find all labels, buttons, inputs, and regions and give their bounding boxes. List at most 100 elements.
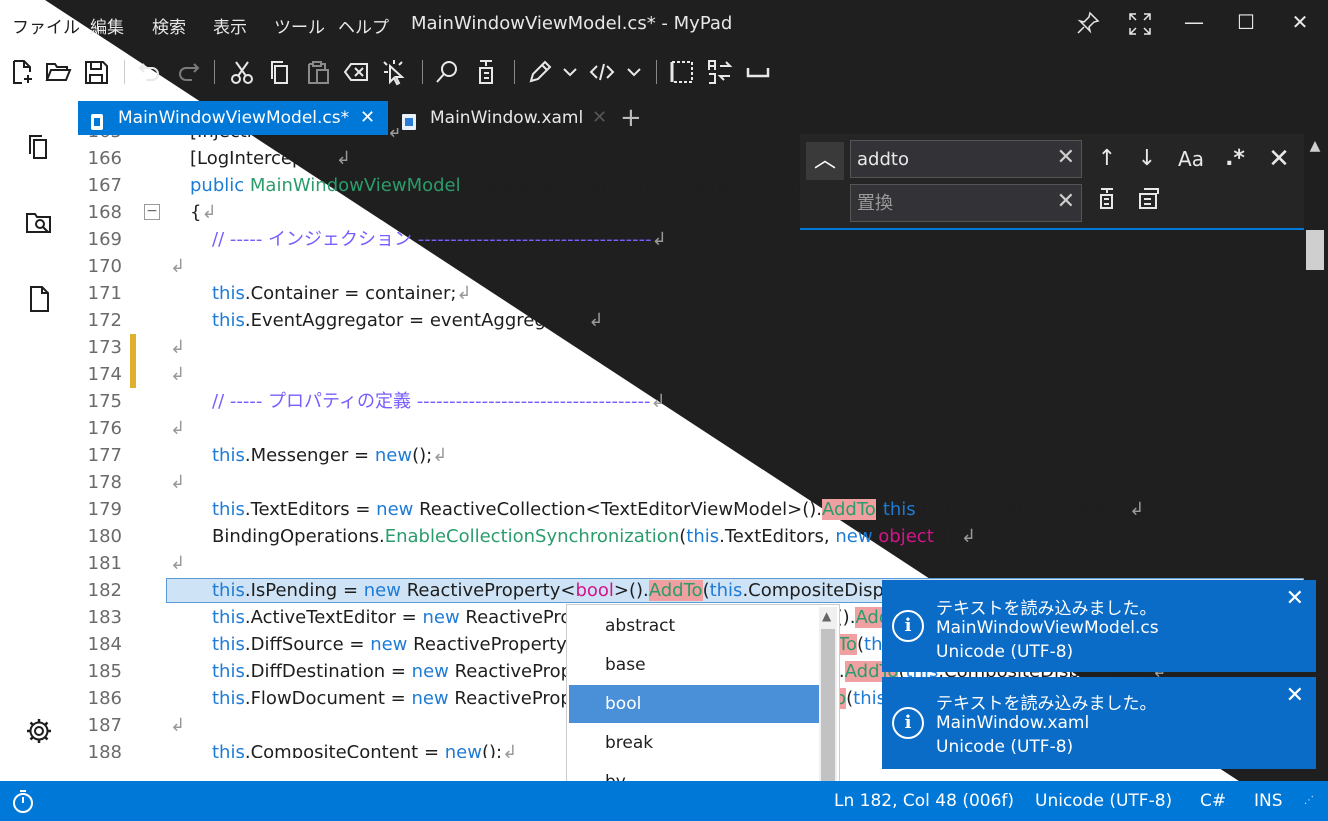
tab-mainwindowviewmodel[interactable]: MainWindowViewModel.cs* ✕ xyxy=(78,101,388,135)
copy-documents-icon[interactable] xyxy=(24,132,54,162)
close-find-icon[interactable]: ✕ xyxy=(1262,142,1296,176)
replace-input[interactable] xyxy=(857,189,1047,217)
code-line[interactable]: 176 ↲ xyxy=(78,415,1304,442)
delete-icon[interactable] xyxy=(342,58,370,86)
find-next-icon[interactable]: ↓ xyxy=(1130,142,1164,176)
menu-edit[interactable]: 編集 xyxy=(90,13,124,38)
resize-grip-icon[interactable]: ⋰ xyxy=(1304,795,1314,806)
close-icon[interactable]: ✕ xyxy=(360,101,375,135)
paste-icon[interactable] xyxy=(304,58,332,86)
undo-icon[interactable] xyxy=(136,58,164,86)
save-icon[interactable] xyxy=(82,58,110,86)
code-icon[interactable] xyxy=(588,58,616,86)
code-line[interactable]: 179 this.TextEditors = new ReactiveCollec… xyxy=(78,496,1304,523)
code-text[interactable]: ↲ xyxy=(170,361,185,388)
code-line[interactable]: 172 this.EventAggregator = eventAggregato… xyxy=(78,307,1304,334)
toggle-replace-button[interactable]: ︿ xyxy=(806,142,844,180)
clear-search-icon[interactable]: ✕ xyxy=(1057,145,1075,170)
code-text[interactable]: BindingOperations.EnableCollectionSynchr… xyxy=(212,523,976,550)
code-line[interactable]: 177 this.Messenger = new();↲ xyxy=(78,442,1304,469)
select-all-icon[interactable] xyxy=(380,58,408,86)
selection-rect-icon[interactable] xyxy=(668,58,696,86)
code-text[interactable]: ↲ xyxy=(170,415,185,442)
code-line[interactable]: 169 // ----- インジェクション -------------------… xyxy=(78,226,1304,253)
close-icon[interactable]: ✕ xyxy=(592,101,607,135)
code-text[interactable]: ↲ xyxy=(170,712,185,739)
new-file-icon[interactable] xyxy=(8,58,36,86)
menu-file[interactable]: ファイル xyxy=(12,13,80,38)
replace-field[interactable]: ✕ xyxy=(850,184,1082,222)
convert-icon[interactable] xyxy=(706,58,734,86)
close-icon[interactable]: ✕ xyxy=(1286,586,1304,611)
regex-button[interactable]: .* xyxy=(1218,142,1252,176)
minimize-button[interactable]: — xyxy=(1174,10,1214,40)
completion-item[interactable]: base xyxy=(569,646,819,684)
tab-mainwindow-xaml[interactable]: MainWindow.xaml ✕ xyxy=(390,101,620,135)
code-text[interactable]: this.IsPending = new ReactiveProperty<bo… xyxy=(212,577,971,604)
scroll-up-arrow[interactable]: ▲ xyxy=(1306,138,1324,156)
code-text[interactable]: // ----- プロパティの定義 ----------------------… xyxy=(212,388,666,415)
menu-view[interactable]: 表示 xyxy=(213,13,247,38)
add-tab-button[interactable]: + xyxy=(620,101,642,135)
replace-icon[interactable] xyxy=(472,58,500,86)
insert-mode-indicator[interactable]: INS xyxy=(1254,791,1283,811)
code-line[interactable]: 171 this.Container = container;↲ xyxy=(78,280,1304,307)
scroll-up-arrow[interactable]: ▲ xyxy=(822,609,831,623)
search-input[interactable] xyxy=(857,145,1047,173)
cut-icon[interactable] xyxy=(228,58,256,86)
code-text[interactable]: ↲ xyxy=(170,550,185,577)
replace-next-icon[interactable] xyxy=(1090,186,1124,220)
language-indicator[interactable]: C# xyxy=(1200,791,1226,811)
code-text[interactable]: [LogInterceptor]↲ xyxy=(190,145,351,172)
find-icon[interactable] xyxy=(434,58,462,86)
replace-all-icon[interactable] xyxy=(1132,186,1166,220)
stopwatch-icon[interactable] xyxy=(10,788,36,819)
code-line[interactable]: 170 ↲ xyxy=(78,253,1304,280)
code-line[interactable]: 178 ↲ xyxy=(78,469,1304,496)
copy-icon[interactable] xyxy=(266,58,294,86)
code-line[interactable]: 173 ↲ xyxy=(78,334,1304,361)
open-folder-icon[interactable] xyxy=(44,58,72,86)
close-button[interactable]: ✕ xyxy=(1280,10,1320,40)
pin-icon[interactable] xyxy=(1068,10,1108,40)
completion-item[interactable]: break xyxy=(569,724,819,762)
clear-replace-icon[interactable]: ✕ xyxy=(1057,189,1075,214)
whitespace-icon[interactable] xyxy=(744,58,772,86)
folder-search-icon[interactable] xyxy=(24,208,54,238)
menu-search[interactable]: 検索 xyxy=(152,13,186,38)
maximize-button[interactable]: ☐ xyxy=(1226,10,1266,40)
completion-item-selected[interactable]: bool xyxy=(569,685,819,723)
code-text[interactable]: this.Container = container;↲ xyxy=(212,280,472,307)
code-text[interactable]: this.CompositeContent = new();↲ xyxy=(212,739,517,758)
code-text[interactable]: {↲ xyxy=(190,199,217,226)
line-number: 188 xyxy=(87,742,122,758)
pen-icon[interactable] xyxy=(526,58,554,86)
encoding-indicator[interactable]: Unicode (UTF-8) xyxy=(1035,791,1172,811)
vertical-scrollbar-thumb[interactable] xyxy=(1306,230,1324,270)
fullscreen-icon[interactable] xyxy=(1120,10,1160,40)
code-line[interactable]: 181 ↲ xyxy=(78,550,1304,577)
completion-item[interactable]: abstract xyxy=(569,607,819,645)
close-icon[interactable]: ✕ xyxy=(1286,683,1304,708)
search-field[interactable]: ✕ xyxy=(850,140,1082,178)
code-line[interactable]: 180 BindingOperations.EnableCollectionSyn… xyxy=(78,523,1304,550)
chevron-down-icon[interactable] xyxy=(556,58,584,86)
document-icon[interactable] xyxy=(24,284,54,314)
code-text[interactable]: ↲ xyxy=(170,469,185,496)
chevron-down-icon[interactable] xyxy=(620,58,648,86)
code-text[interactable]: // ----- インジェクション ----------------------… xyxy=(212,226,667,253)
redo-icon[interactable] xyxy=(174,58,202,86)
code-text[interactable]: this.Messenger = new();↲ xyxy=(212,442,447,469)
find-previous-icon[interactable]: ↑ xyxy=(1090,142,1124,176)
code-text[interactable]: ↲ xyxy=(170,334,185,361)
code-text[interactable]: this.EventAggregator = eventAggregator;↲ xyxy=(212,307,603,334)
code-text[interactable]: this.TextEditors = new ReactiveCollectio… xyxy=(212,496,1144,523)
cursor-position[interactable]: Ln 182, Col 48 (006f) xyxy=(834,791,1014,811)
menu-help[interactable]: ヘルプ xyxy=(338,13,389,38)
code-line[interactable]: 175 // ----- プロパティの定義 -------------------… xyxy=(78,388,1304,415)
match-case-button[interactable]: Aa xyxy=(1174,142,1208,176)
gear-icon[interactable] xyxy=(24,716,54,746)
menu-tools[interactable]: ツール xyxy=(274,13,325,38)
code-text[interactable]: ↲ xyxy=(170,253,185,280)
code-line[interactable]: 174 ↲ xyxy=(78,361,1304,388)
